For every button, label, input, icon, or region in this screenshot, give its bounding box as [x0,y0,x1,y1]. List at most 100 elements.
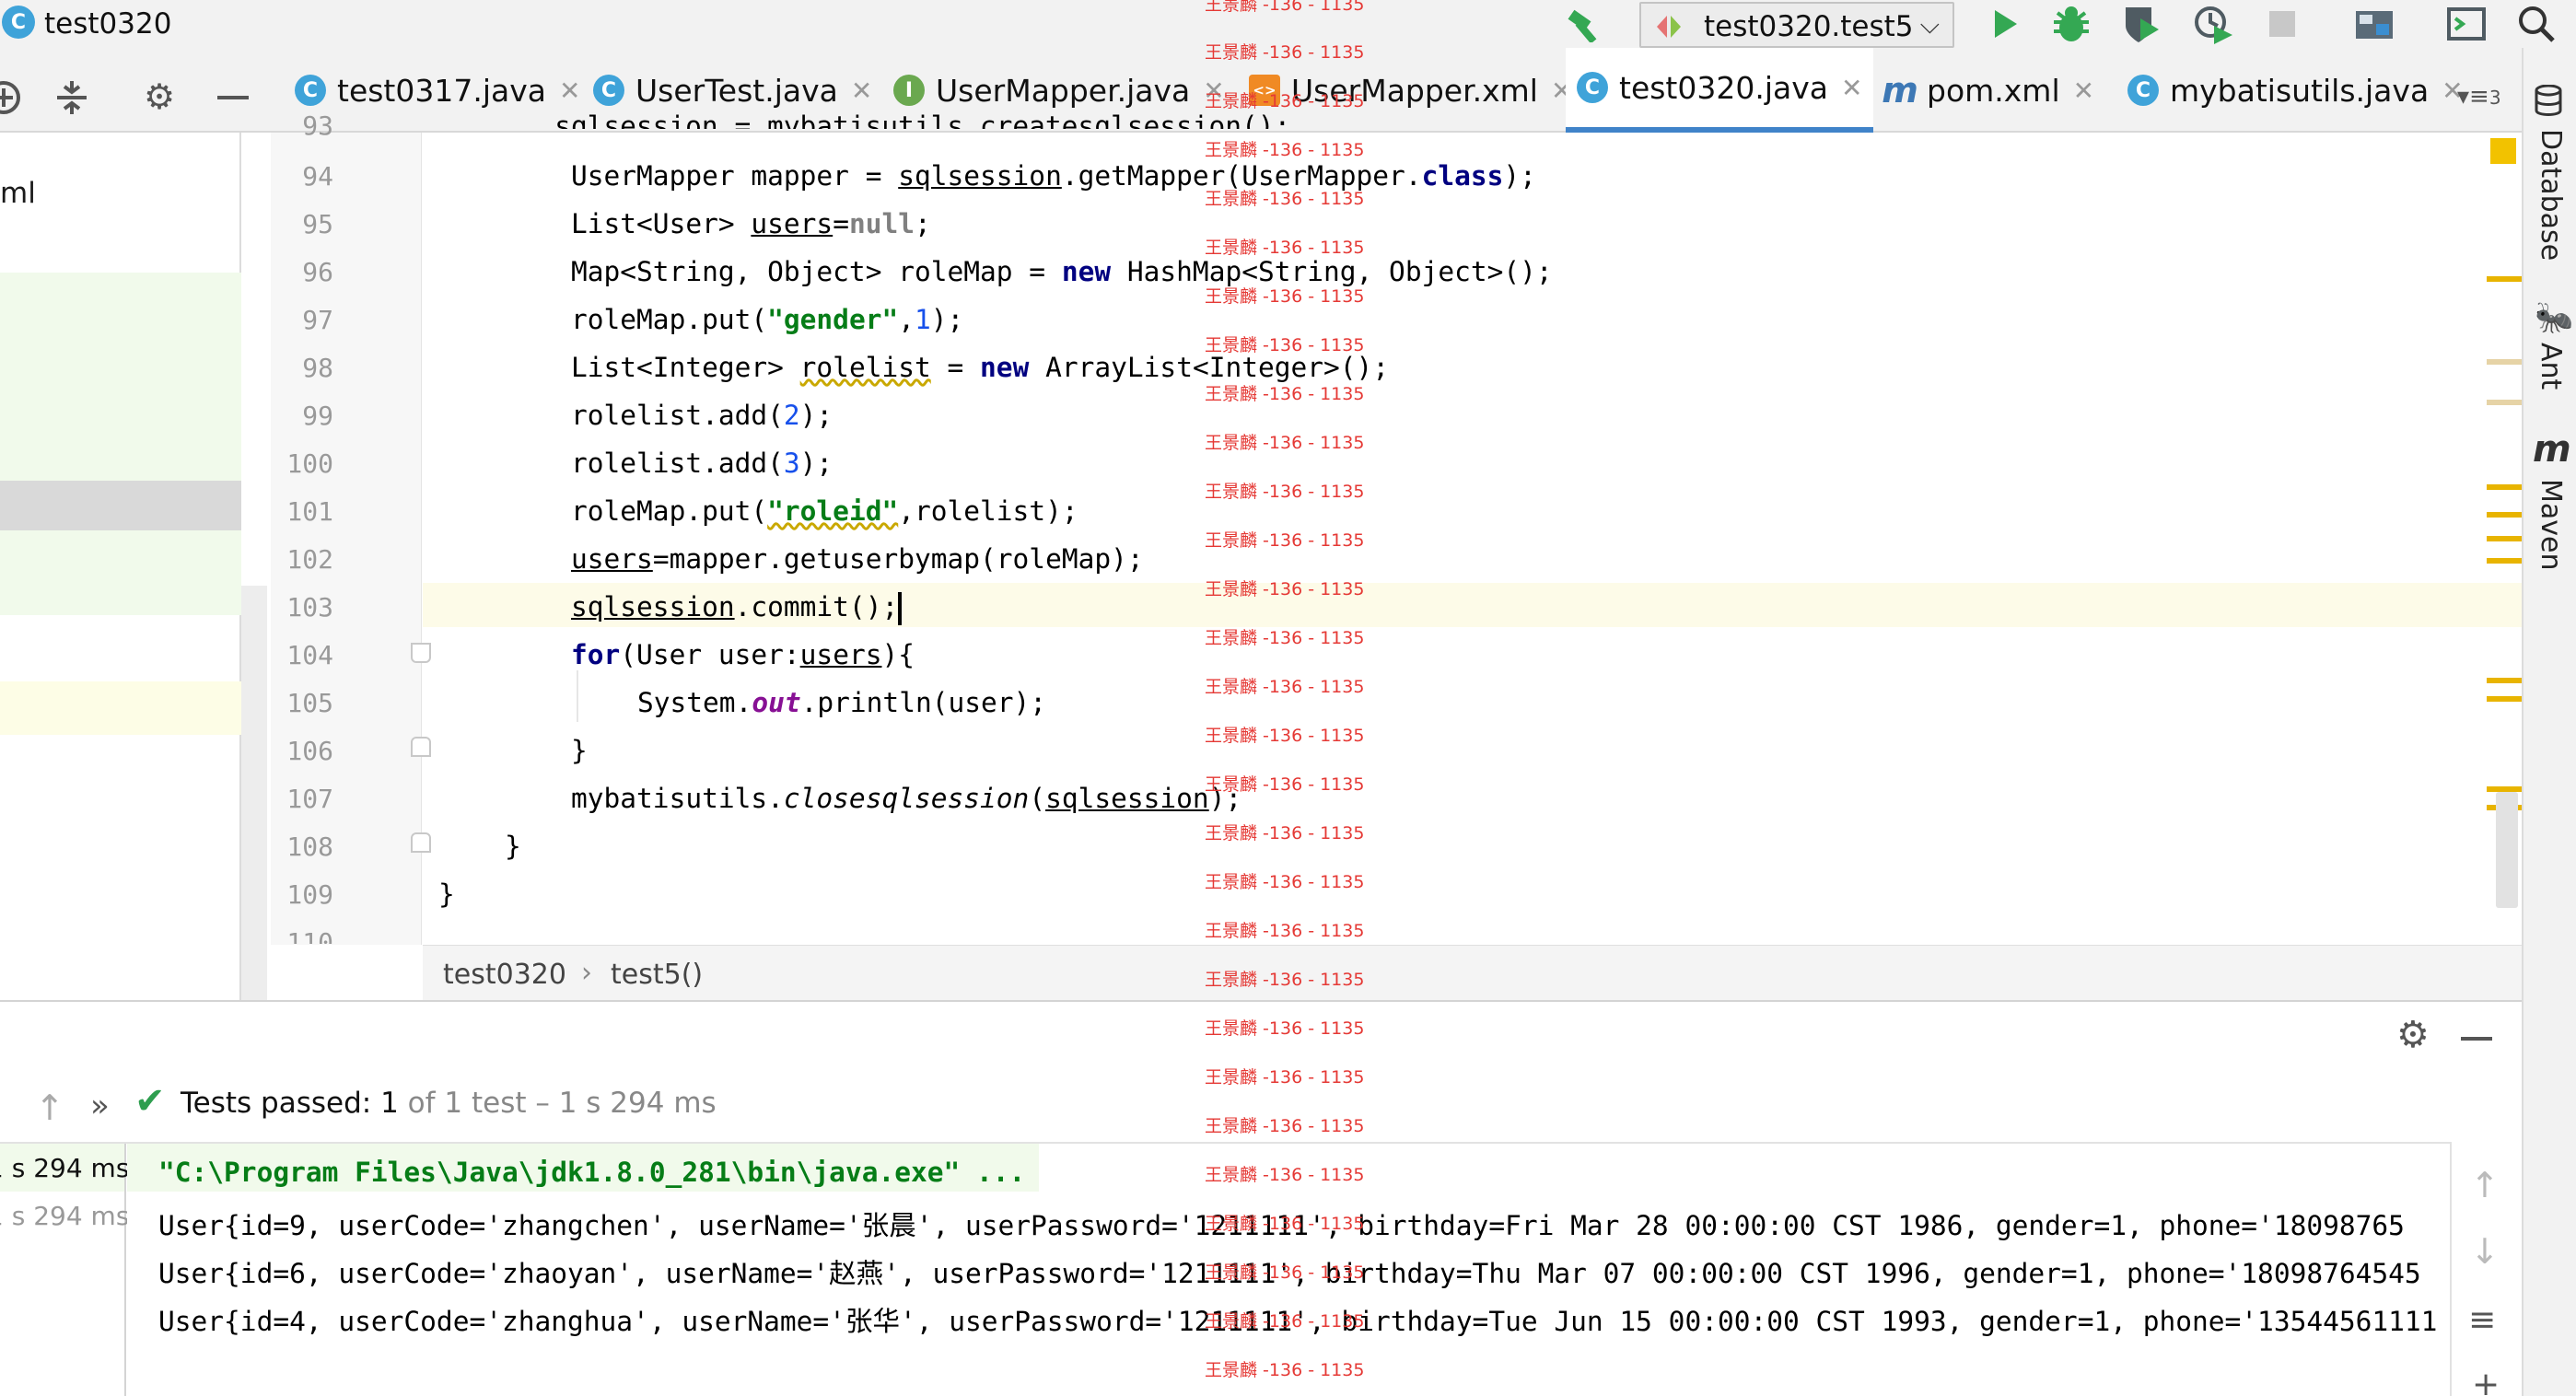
build-hammer-icon[interactable] [1566,6,1606,42]
code-token: 3 [783,448,800,479]
test-status-prefix: Tests passed: [181,1087,381,1120]
indent-guide [577,670,578,722]
maven-icon[interactable]: m [2533,431,2571,468]
tabs-overflow-button[interactable]: ▾≡3 [2457,83,2501,111]
code-token: sqlsession [898,160,1062,192]
scroll-marker[interactable] [2487,512,2522,518]
project-tree-highlight [0,273,241,615]
watermark: 王景麟 -136 - 1135 [1205,1360,1365,1380]
scroll-marker[interactable] [2487,484,2522,490]
code-token: roleMap.put( [571,304,768,335]
code-token: UserMapper mapper = [571,160,899,192]
text-cursor [898,591,903,625]
code-token: "roleid" [767,495,899,527]
maven-icon: m [1882,70,1918,111]
code-line-107: mybatisutils.closesqlsession(sqlsession)… [571,783,1241,814]
line-number: 102 [286,544,333,575]
collapse-all-icon[interactable] [53,77,90,118]
code-token: roleMap.put( [571,495,768,527]
code-line-105: System.out.println(user); [637,687,1046,718]
run-icon[interactable] [1986,6,2022,42]
toolwindow-maven[interactable]: Maven [2535,479,2567,571]
watermark: 王景麟 -136 - 1135 [1205,140,1365,160]
watermark: 王景麟 -136 - 1135 [1205,384,1365,404]
gear-icon[interactable]: ⚙ [2396,1017,2430,1053]
watermark: 王景麟 -136 - 1135 [1205,774,1365,795]
fold-marker-icon[interactable] [411,832,431,853]
project-tree-item[interactable]: ml [0,177,36,210]
tab-label: pom.xml [1927,72,2060,109]
close-icon[interactable]: ✕ [851,76,872,106]
database-icon[interactable] [2535,85,2562,116]
java-class-icon: C [1577,72,1608,103]
watermark: 王景麟 -136 - 1135 [1205,677,1365,697]
code-token: new [980,352,1030,383]
tab-pom[interactable]: m pom.xml ✕ [1882,48,2094,133]
code-line-93: sqlsession = mybatisutils.createsqlsessi… [424,111,1291,129]
project-title[interactable]: test0320 [44,7,171,41]
close-icon[interactable]: ✕ [2073,76,2094,106]
project-tree-highlight [0,681,241,735]
line-number: 94 [302,161,333,192]
project-tree-selected-row[interactable] [0,481,241,530]
terminal-window-icon[interactable] [2446,6,2487,42]
breadcrumb-item-class[interactable]: test0320 [443,959,566,991]
editor-gutter [271,133,422,945]
fold-marker-icon[interactable] [411,737,431,757]
code-token: ArrayList<Integer>(); [1029,352,1390,383]
code-line-109: } [438,878,455,910]
profiler-icon[interactable] [2192,4,2234,44]
scroll-marker[interactable] [2487,696,2522,702]
debug-icon[interactable] [2050,4,2092,44]
arrow-up-icon[interactable]: ↑ [2470,1168,2500,1203]
project-structure-icon[interactable] [2354,6,2395,42]
fold-marker-icon[interactable] [411,643,431,663]
arrow-down-icon[interactable]: ↓ [2470,1234,2500,1269]
code-token: for [571,639,621,670]
toolwindow-database[interactable]: Database [2535,129,2567,261]
hide-panel-icon[interactable] [217,96,249,99]
close-icon[interactable]: ✕ [1841,73,1862,103]
scroll-marker[interactable] [2487,276,2522,282]
code-line-97: roleMap.put("gender",1); [571,304,963,335]
hide-panel-icon[interactable] [2461,1037,2492,1041]
locate-icon[interactable] [0,77,24,118]
line-number: 97 [302,305,333,335]
code-line-96: Map<String, Object> roleMap = new HashMa… [571,256,1553,287]
run-config-selector[interactable]: test0320.test5 ⌵ [1639,2,1954,48]
watermark: 王景麟 -136 - 1135 [1205,628,1365,648]
arrow-up-icon[interactable]: ↑ [35,1090,64,1125]
watermark: 王景麟 -136 - 1135 [1205,238,1365,258]
vertical-scrollbar[interactable] [241,586,267,1000]
close-icon[interactable]: ✕ [559,76,580,106]
code-token: (User user: [620,639,800,670]
code-token: =mapper.getuserbymap(roleMap); [652,543,1144,575]
line-number: 93 [302,111,333,141]
tab-test0320[interactable]: C test0320.java ✕ [1566,48,1874,133]
scroll-marker[interactable] [2487,536,2522,541]
tab-mybatisutils[interactable]: C mybatisutils.java ✕ [2127,48,2464,133]
soft-wrap-icon[interactable]: ≡ [2468,1304,2496,1337]
gear-icon[interactable]: ⚙ [144,79,175,114]
run-with-coverage-icon[interactable] [2120,4,2162,44]
search-icon[interactable] [2516,4,2557,44]
breadcrumb-item-method[interactable]: test5() [611,959,703,991]
code-token: mybatisutils. [571,783,784,814]
add-icon[interactable]: + [2472,1368,2500,1396]
ant-icon[interactable]: 🐜 [2535,302,2573,333]
scroll-marker[interactable] [2487,359,2522,365]
inspection-status-icon[interactable] [2490,138,2516,164]
scroll-marker[interactable] [2487,400,2522,405]
vertical-scrollbar[interactable] [2496,792,2518,908]
scroll-marker[interactable] [2487,558,2522,564]
watermark: 王景麟 -136 - 1135 [1205,0,1365,15]
line-number: 103 [286,592,333,622]
double-chevron-icon[interactable]: » [90,1090,110,1122]
code-editor[interactable] [423,133,2523,945]
scroll-marker[interactable] [2487,678,2522,683]
code-line-94: UserMapper mapper = sqlsession.getMapper… [571,160,1536,192]
stop-icon[interactable] [2267,9,2297,39]
breadcrumb: test0320 › test5() [423,945,2523,1000]
toolwindow-ant[interactable]: Ant [2535,343,2567,390]
java-class-icon: C [593,75,624,106]
